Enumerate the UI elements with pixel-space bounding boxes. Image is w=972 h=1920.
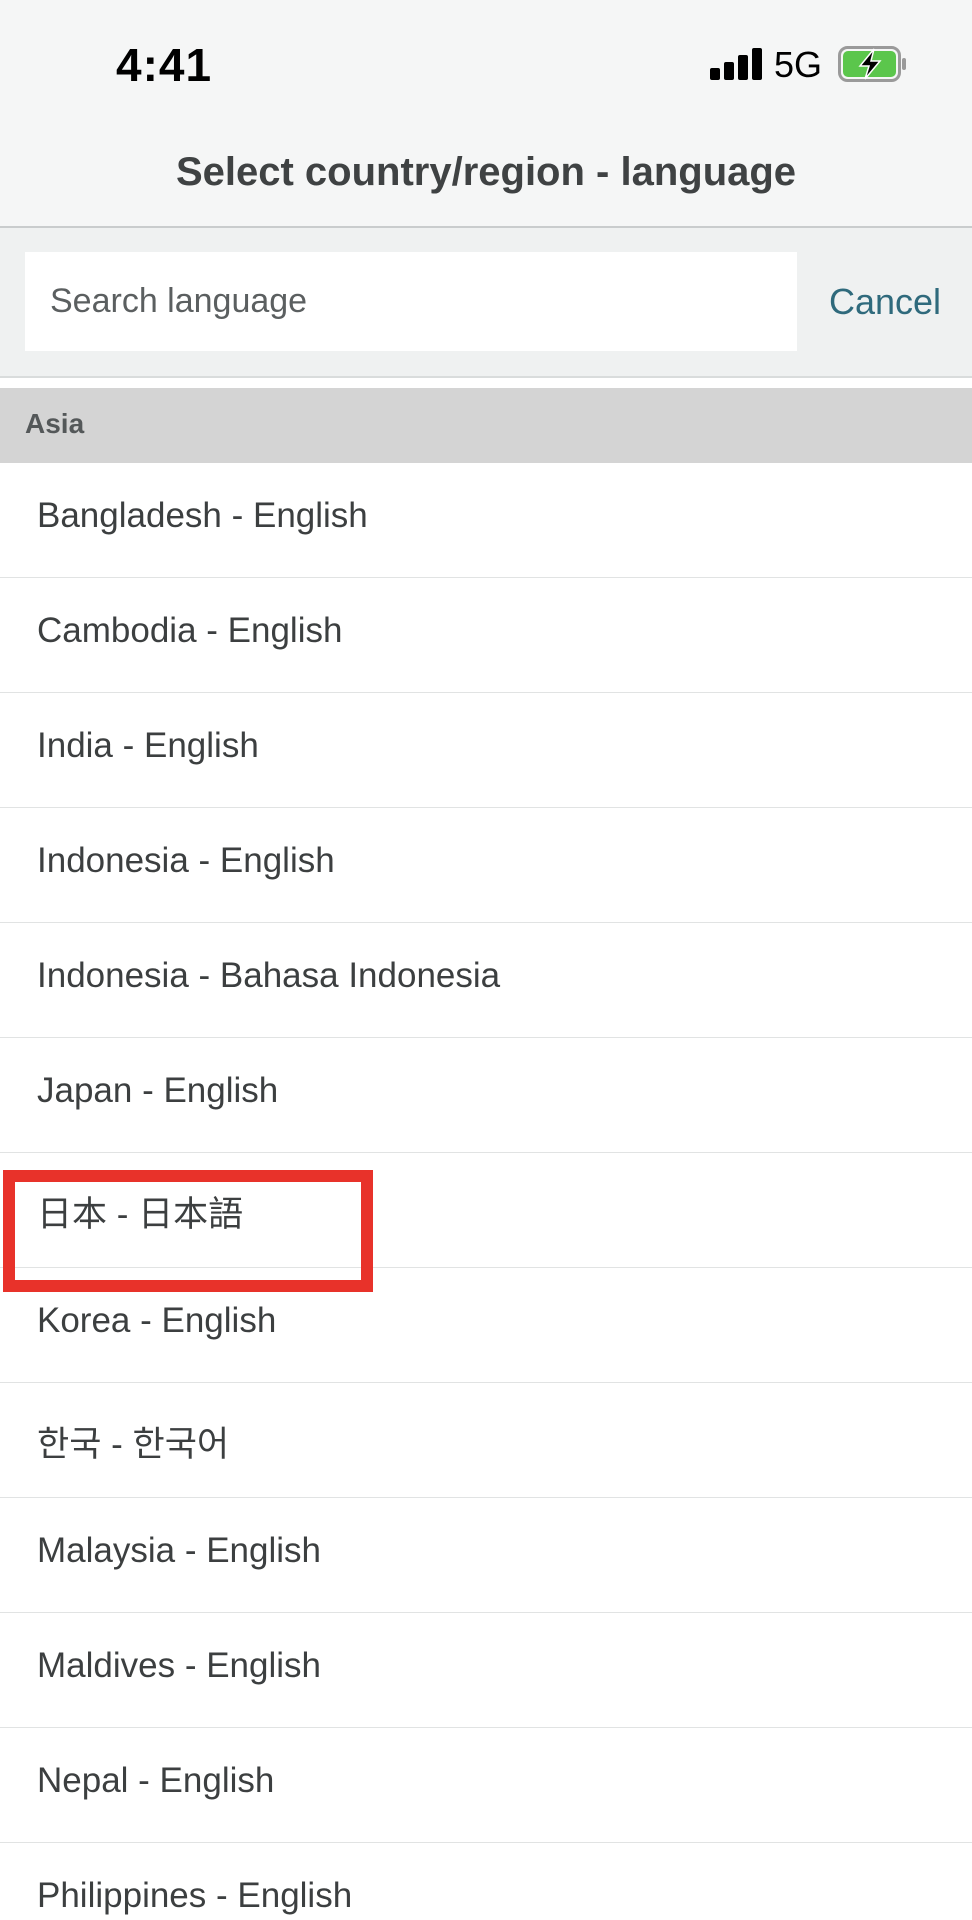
- cellular-signal-icon: [710, 48, 762, 80]
- list-item-label: Indonesia - English: [37, 841, 335, 880]
- list-item[interactable]: Indonesia - Bahasa Indonesia: [0, 923, 972, 1038]
- list-item-label: Korea - English: [37, 1301, 277, 1340]
- list-item-label: India - English: [37, 726, 259, 765]
- list-item-japan-japanese[interactable]: 日本 - 日本語: [0, 1153, 972, 1268]
- list-item-label: Maldives - English: [37, 1646, 321, 1685]
- list-item[interactable]: Nepal - English: [0, 1728, 972, 1843]
- list-item[interactable]: 한국 - 한국어: [0, 1383, 972, 1498]
- list-item-label: Bangladesh - English: [37, 496, 368, 535]
- list-item[interactable]: Philippines - English: [0, 1843, 972, 1920]
- section-header-asia: Asia: [0, 388, 972, 463]
- list-item-label: Japan - English: [37, 1071, 279, 1110]
- battery-charging-icon: [838, 46, 906, 82]
- cancel-button[interactable]: Cancel: [810, 252, 960, 351]
- list-item-label: Philippines - English: [37, 1876, 353, 1915]
- search-bar: Cancel: [0, 228, 972, 378]
- list-item[interactable]: India - English: [0, 693, 972, 808]
- language-select-screen: 4:41 5G Select country/region - language…: [0, 0, 972, 1920]
- list-item[interactable]: Bangladesh - English: [0, 463, 972, 578]
- list-item-label: 日本 - 日本語: [37, 1195, 244, 1234]
- status-time: 4:41: [116, 39, 213, 91]
- list-item-label: Malaysia - English: [37, 1531, 321, 1570]
- list-item[interactable]: Indonesia - English: [0, 808, 972, 923]
- network-type-label: 5G: [774, 44, 823, 85]
- section-title: Asia: [25, 408, 85, 439]
- list-item[interactable]: Korea - English: [0, 1268, 972, 1383]
- search-input[interactable]: [25, 252, 797, 351]
- list-item[interactable]: Cambodia - English: [0, 578, 972, 693]
- list-item-label: Cambodia - English: [37, 611, 343, 650]
- page-title: Select country/region - language: [175, 150, 797, 194]
- list-item[interactable]: Japan - English: [0, 1038, 972, 1153]
- list-item-label: Indonesia - Bahasa Indonesia: [37, 956, 501, 995]
- list-item-label: Nepal - English: [37, 1761, 275, 1800]
- list-item[interactable]: Malaysia - English: [0, 1498, 972, 1613]
- header: Select country/region - language: [0, 120, 972, 228]
- language-list: Bangladesh - English Cambodia - English …: [0, 463, 972, 1920]
- list-item-label: 한국 - 한국어: [37, 1425, 230, 1464]
- list-item[interactable]: Maldives - English: [0, 1613, 972, 1728]
- status-bar: 4:41 5G: [0, 0, 972, 120]
